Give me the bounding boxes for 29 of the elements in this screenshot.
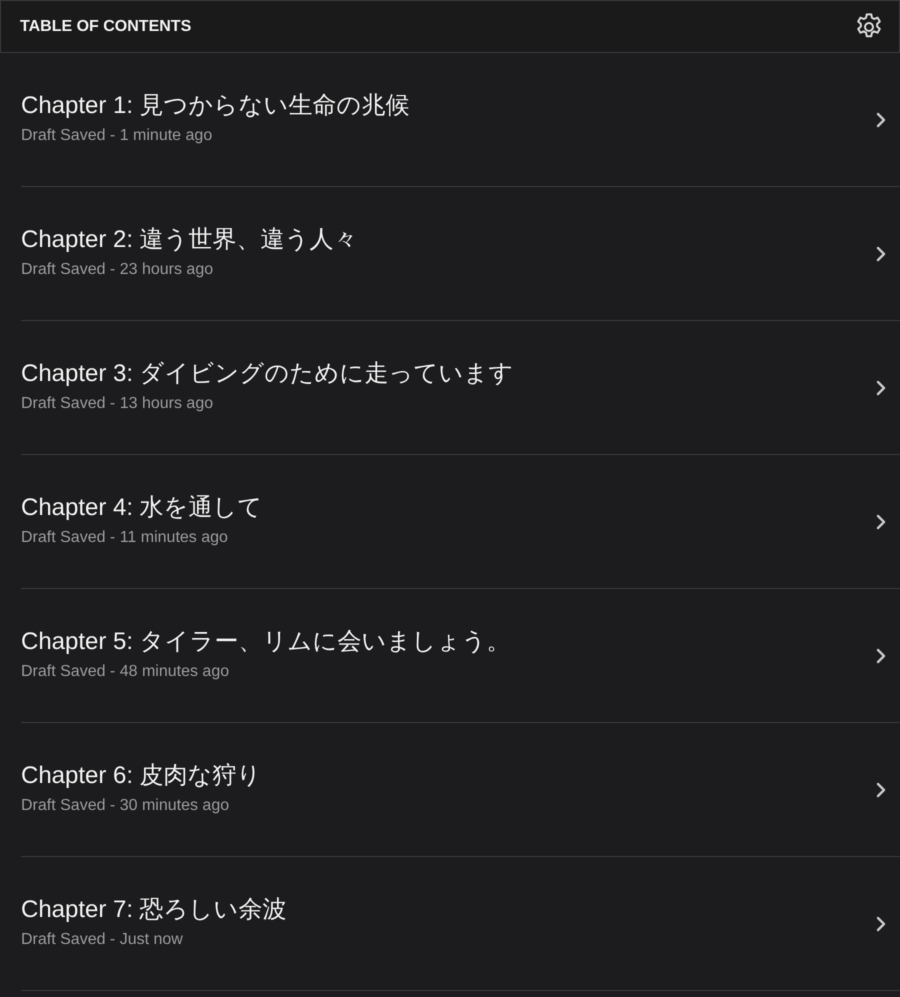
chevron-icon	[876, 112, 886, 128]
chevron-icon	[876, 916, 886, 932]
chapter-status: Draft Saved - 48 minutes ago	[21, 662, 230, 680]
chapter-status: Draft Saved - 1 minute ago	[21, 126, 214, 144]
chapter-title: Chapter 5: タイラー、リムに会いましょう。	[21, 626, 511, 656]
chapter-title: Chapter 3: ダイビングのために走っています	[21, 358, 514, 388]
chapter-item[interactable]: Chapter 2: 違う世界、違う人々 Draft Saved - 23 hours ago	[21, 187, 900, 321]
chevron-icon	[876, 648, 886, 664]
chapter-title: Chapter 6: 皮肉な狩り	[21, 760, 262, 790]
chevron-icon	[876, 782, 886, 798]
chapter-title: Chapter 4: 水を通して	[21, 492, 263, 522]
chapter-status: Draft Saved - Just now	[21, 930, 184, 948]
chapter-item[interactable]: Chapter 5: タイラー、リムに会いましょう。 Draft Saved - 48 minutes ago	[21, 589, 900, 723]
chapter-item[interactable]: Chapter 4: 水を通して Draft Saved - 11 minutes ago	[21, 455, 900, 589]
chapter-status: Draft Saved - 23 hours ago	[21, 260, 214, 278]
chapter-item[interactable]: Chapter 3: ダイビングのために走っています Draft Saved - 13 hours ago	[21, 321, 900, 455]
chapter-title: Chapter 1: 見つからない生命の兆候	[21, 90, 410, 120]
chapter-item[interactable]: Chapter 6: 皮肉な狩り Draft Saved - 30 minutes ago	[21, 723, 900, 857]
chapter-item[interactable]: Chapter 1: 見つからない生命の兆候 Draft Saved - 1 minute ago	[21, 53, 900, 187]
chevron-icon	[876, 514, 886, 530]
chapter-title: Chapter 2: 違う世界、違う人々	[21, 224, 358, 254]
chapter-item[interactable]: Chapter 7: 恐ろしい余波 Draft Saved - Just now	[21, 857, 900, 991]
chapter-status: Draft Saved - 30 minutes ago	[21, 796, 230, 814]
chapter-title: Chapter 7: 恐ろしい余波	[21, 894, 287, 924]
header-title: TABLE OF CONTENTS	[20, 18, 192, 36]
chapter-status: Draft Saved - 11 minutes ago	[21, 528, 229, 546]
chapter-status: Draft Saved - 13 hours ago	[21, 394, 214, 412]
chevron-icon	[876, 246, 886, 262]
chevron-icon	[876, 380, 886, 396]
